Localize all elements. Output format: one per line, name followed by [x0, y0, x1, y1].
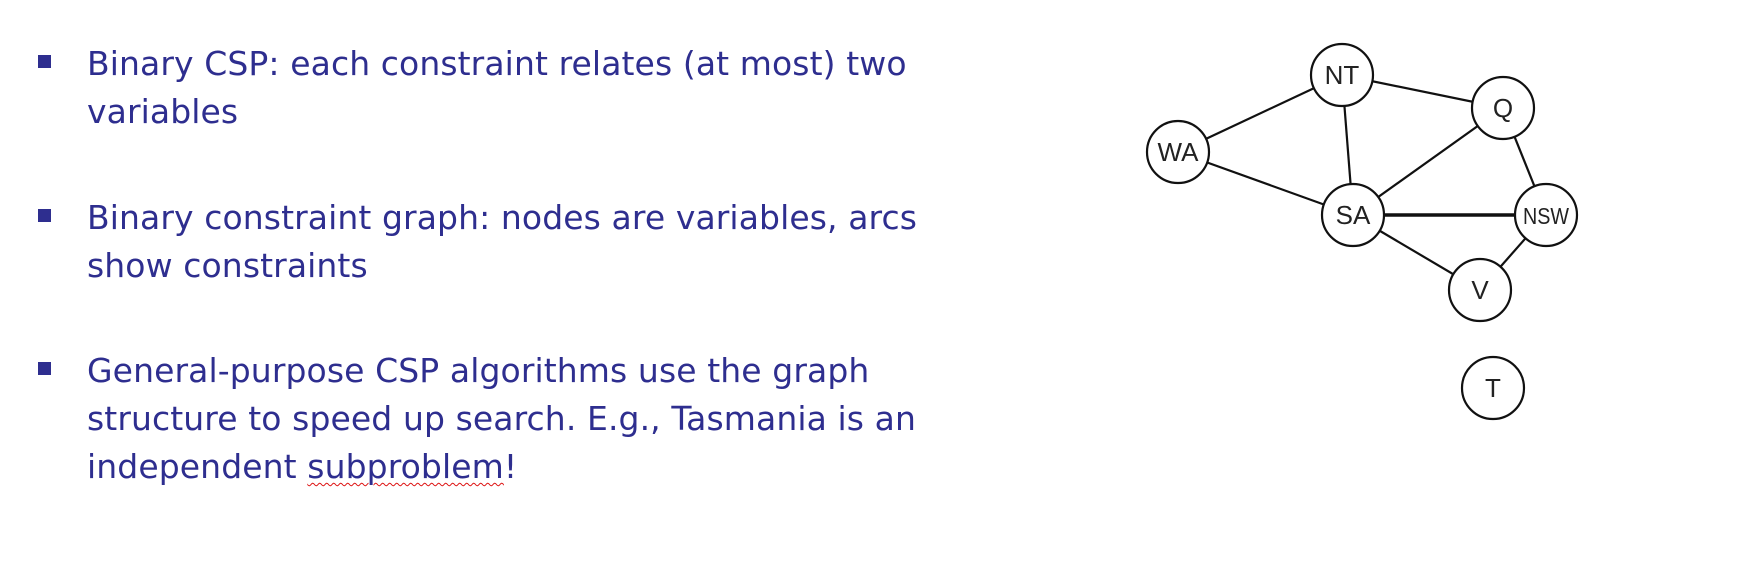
node-q: Q: [1470, 75, 1536, 141]
node-label: SA: [1336, 200, 1371, 230]
bullet-line: show constraints: [87, 246, 368, 285]
node-label: T: [1485, 373, 1501, 403]
square-bullet-icon: [38, 362, 51, 375]
bullet-line-prefix: independent: [87, 447, 308, 486]
node-label: WA: [1158, 137, 1200, 167]
constraint-graph-svg: WA NT Q SA NSW V T: [1145, 42, 1579, 421]
node-t: T: [1460, 355, 1526, 421]
bullet-line: General-purpose CSP algorithms use the g…: [87, 351, 870, 390]
bullet-line-suffix: !: [503, 447, 518, 486]
node-nt: NT: [1309, 42, 1375, 108]
node-wa: WA: [1145, 119, 1211, 185]
bullet-text: Binary constraint graph: nodes are varia…: [87, 194, 1007, 290]
bullet-line: independent subproblem!: [87, 443, 1007, 491]
node-label: NT: [1325, 60, 1360, 90]
node-label: Q: [1493, 93, 1513, 123]
bullet-text: Binary CSP: each constraint relates (at …: [87, 40, 1007, 136]
node-label: V: [1471, 275, 1489, 305]
node-sa: SA: [1320, 182, 1386, 248]
node-nsw: NSW: [1513, 182, 1579, 248]
square-bullet-icon: [38, 55, 51, 68]
node-v: V: [1447, 257, 1513, 323]
node-label: NSW: [1523, 203, 1569, 229]
bullet-line: Binary constraint graph: nodes are varia…: [87, 198, 918, 237]
slide: Binary CSP: each constraint relates (at …: [0, 0, 1746, 588]
bullet-line: variables: [87, 92, 239, 131]
bullet-line: structure to speed up search. E.g., Tasm…: [87, 399, 917, 438]
spellcheck-flagged-word[interactable]: subproblem: [307, 447, 504, 486]
bullet-text: General-purpose CSP algorithms use the g…: [87, 347, 1007, 491]
bullet-line: Binary CSP: each constraint relates (at …: [87, 44, 907, 83]
constraint-graph: WA NT Q SA NSW V T: [1140, 40, 1640, 480]
square-bullet-icon: [38, 209, 51, 222]
